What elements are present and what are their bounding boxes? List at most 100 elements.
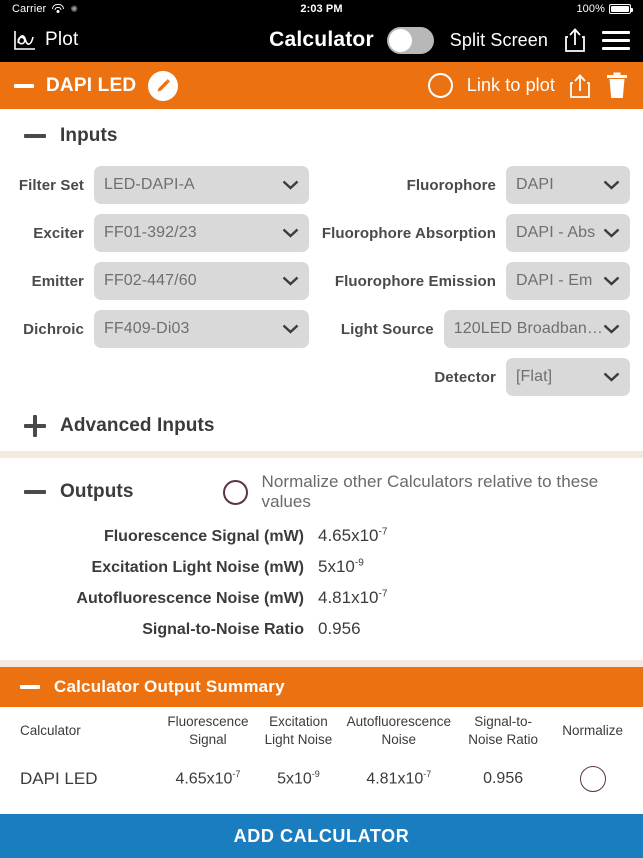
- column-header-calculator: Calculator: [20, 722, 81, 738]
- trash-icon[interactable]: [605, 72, 629, 100]
- dropdown-value: DAPI - Abs: [516, 224, 596, 241]
- minus-icon[interactable]: [24, 134, 46, 138]
- value-exponent: -9: [311, 769, 320, 780]
- dropdown-value: FF409-Di03: [104, 320, 190, 337]
- section-divider: [0, 660, 643, 667]
- cell-autofluorescence-noise: 4.81x10-7: [344, 768, 454, 790]
- field-label: Fluorophore Absorption: [321, 224, 496, 242]
- status-bar-left: Carrier ✺: [12, 3, 78, 15]
- battery-percent-label: 100%: [576, 3, 605, 15]
- fluorophore-emission-dropdown[interactable]: DAPI - Em: [506, 262, 630, 300]
- dichroic-dropdown[interactable]: FF409-Di03: [94, 310, 309, 348]
- chevron-down-icon: [603, 228, 620, 238]
- inputs-form-grid: Filter Set LED-DAPI-A Fluorophore DAPI E…: [0, 161, 643, 401]
- light-source-dropdown[interactable]: 120LED Broadban…: [443, 310, 630, 348]
- summary-header-bar: Calculator Output Summary: [0, 667, 643, 707]
- status-bar: Carrier ✺ 2:03 PM 100%: [0, 0, 643, 18]
- value-mantissa: 4.81x10: [318, 588, 379, 607]
- input-row: Dichroic FF409-Di03 Light Source 120LED …: [0, 305, 643, 353]
- fluorophore-dropdown[interactable]: DAPI: [506, 166, 630, 204]
- value-exponent: -7: [423, 769, 432, 780]
- output-label: Fluorescence Signal (mW): [103, 528, 304, 545]
- outputs-section: Outputs Normalize other Calculators rela…: [0, 458, 643, 660]
- detector-dropdown[interactable]: [Flat]: [506, 358, 630, 396]
- add-calculator-button[interactable]: ADD CALCULATOR: [0, 814, 643, 858]
- output-row: Fluorescence Signal (mW) 4.65x10-7: [0, 526, 643, 557]
- calculator-app-screen: Carrier ✺ 2:03 PM 100% Plot Calculator S…: [0, 0, 643, 858]
- filter-set-dropdown[interactable]: LED-DAPI-A: [94, 166, 309, 204]
- wifi-icon: [52, 4, 65, 14]
- navigation-bar-right: Split Screen: [386, 26, 630, 54]
- dropdown-value: 120LED Broadban…: [453, 320, 603, 337]
- output-value: 4.81x10-7: [318, 588, 387, 608]
- cell-signal-to-noise-ratio: 0.956: [483, 770, 524, 788]
- battery-full-icon: [609, 4, 633, 14]
- value-mantissa: 5x10: [318, 557, 355, 576]
- dropdown-value: FF01-392/23: [104, 224, 197, 241]
- cell-normalize: [552, 766, 633, 792]
- link-to-plot-radio[interactable]: [427, 73, 453, 98]
- minus-icon[interactable]: [14, 83, 34, 88]
- minus-icon[interactable]: [20, 685, 40, 689]
- exciter-dropdown[interactable]: FF01-392/23: [94, 214, 309, 252]
- status-bar-time: 2:03 PM: [300, 3, 343, 15]
- plot-label: Plot: [45, 29, 79, 50]
- output-row: Autofluorescence Noise (mW) 4.81x10-7: [0, 588, 643, 619]
- output-label: Excitation Light Noise (mW): [91, 559, 304, 576]
- field-label: Dichroic: [23, 320, 84, 338]
- input-row: Filter Set LED-DAPI-A Fluorophore DAPI: [0, 161, 643, 209]
- share-upload-icon[interactable]: [564, 27, 586, 53]
- radio-circle-icon[interactable]: [579, 766, 606, 792]
- advanced-inputs-button[interactable]: Advanced Inputs: [0, 415, 643, 451]
- advanced-inputs-label: Advanced Inputs: [60, 415, 215, 436]
- value-exponent: -9: [354, 557, 364, 569]
- input-field-fluorophore-emission: Fluorophore Emission DAPI - Em: [321, 262, 642, 300]
- dropdown-value: LED-DAPI-A: [104, 176, 195, 193]
- input-field-dichroic: Dichroic FF409-Di03: [0, 310, 321, 348]
- hamburger-menu-icon[interactable]: [602, 30, 630, 50]
- chevron-down-icon: [282, 276, 299, 286]
- output-row: Excitation Light Noise (mW) 5x10-9: [0, 557, 643, 588]
- output-value: 0.956: [318, 619, 361, 639]
- column-header-autofluorescence-noise: Autofluorescence Noise: [346, 713, 451, 747]
- field-label: Light Source: [340, 320, 434, 338]
- carrier-label: Carrier: [12, 3, 47, 15]
- calculator-name: DAPI LED: [46, 74, 137, 96]
- split-screen-label: Split Screen: [449, 29, 548, 50]
- dropdown-value: DAPI: [516, 176, 554, 193]
- field-label: Fluorophore: [406, 176, 496, 194]
- value-exponent: -7: [378, 526, 388, 538]
- minus-icon[interactable]: [24, 490, 46, 494]
- cell-fluorescence-signal: 4.65x10-7: [163, 768, 254, 790]
- inputs-section-header: Inputs: [0, 125, 643, 147]
- fluorophore-absorption-dropdown[interactable]: DAPI - Abs: [506, 214, 630, 252]
- sync-icon: ✺: [70, 3, 78, 14]
- inputs-title: Inputs: [60, 125, 118, 146]
- input-field-emitter: Emitter FF02-447/60: [0, 262, 321, 300]
- outputs-value-list: Fluorescence Signal (mW) 4.65x10-7 Excit…: [0, 526, 643, 650]
- normalize-radio[interactable]: [222, 479, 248, 505]
- calculator-header-bar: DAPI LED Link to plot: [0, 62, 643, 109]
- input-field-detector: Detector [Flat]: [321, 358, 642, 396]
- plot-back-button[interactable]: Plot: [13, 29, 79, 51]
- summary-title: Calculator Output Summary: [54, 677, 285, 696]
- outputs-title: Outputs: [60, 481, 134, 502]
- split-screen-toggle[interactable]: [386, 26, 434, 54]
- output-row: Signal-to-Noise Ratio 0.956: [0, 619, 643, 650]
- pencil-edit-button[interactable]: [148, 70, 179, 101]
- dropdown-value: FF02-447/60: [104, 272, 197, 289]
- field-label: Detector: [434, 368, 496, 386]
- dropdown-value: DAPI - Em: [516, 272, 593, 289]
- column-header-fluorescence-signal: Fluorescence Signal: [167, 713, 249, 747]
- summary-table: Calculator Fluorescence Signal Excitatio…: [0, 707, 643, 803]
- plot-graph-icon: [14, 31, 35, 50]
- link-to-plot-label: Link to plot: [466, 75, 555, 95]
- emitter-dropdown[interactable]: FF02-447/60: [94, 262, 309, 300]
- value-mantissa: 5x10: [277, 770, 312, 788]
- input-row: Exciter FF01-392/23 Fluorophore Absorpti…: [0, 209, 643, 257]
- table-row[interactable]: DAPI LED 4.65x10-7 5x10-9 4.81x10-7 0.95…: [10, 755, 633, 803]
- share-upload-icon[interactable]: [569, 73, 591, 99]
- status-bar-right: 100%: [576, 3, 633, 15]
- value-mantissa: 4.81x10: [366, 770, 424, 788]
- column-header-signal-to-noise-ratio: Signal-to- Noise Ratio: [468, 713, 538, 747]
